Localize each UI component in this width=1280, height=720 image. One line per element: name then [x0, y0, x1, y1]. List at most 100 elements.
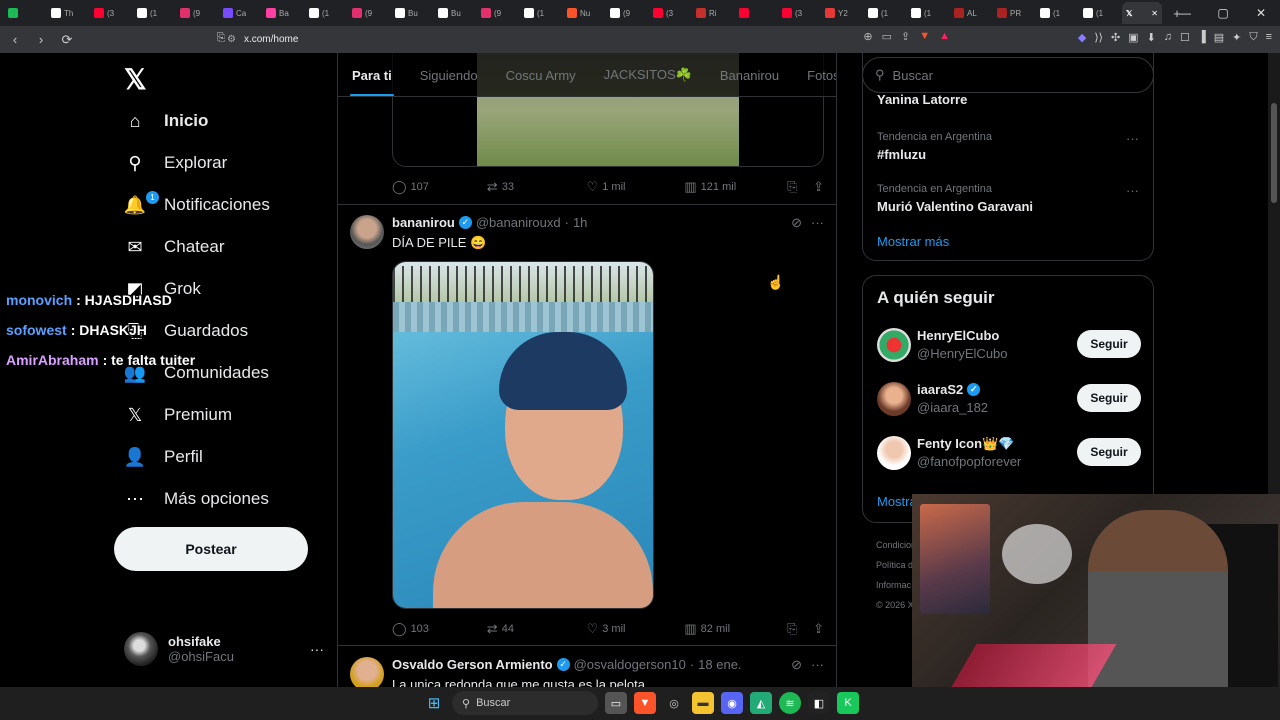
avatar[interactable]	[350, 215, 384, 249]
trend-item[interactable]: Tendencia en Argentina #fmluzu ···	[877, 131, 1139, 162]
browser-tab[interactable]: Bu	[434, 2, 477, 24]
avatar[interactable]	[877, 328, 911, 362]
more-icon[interactable]: ···	[1126, 131, 1139, 146]
app-icon[interactable]: ◧	[808, 692, 830, 714]
brave-browser-icon[interactable]: ▼	[634, 692, 656, 714]
browser-tab[interactable]: PR	[993, 2, 1036, 24]
reply-button[interactable]: ◯ 107	[392, 179, 487, 195]
tab-4[interactable]: Bananirou	[706, 53, 793, 96]
views-button[interactable]: ▥ 82 mil	[684, 621, 787, 637]
browser-tab[interactable]: (1	[907, 2, 950, 24]
bookmark-button[interactable]: ⎘	[787, 179, 813, 195]
reload-button[interactable]: ⟳	[56, 32, 78, 48]
browser-tab[interactable]: (3	[90, 2, 133, 24]
avatar[interactable]	[877, 436, 911, 470]
kick-icon[interactable]: K	[837, 692, 859, 714]
discord-icon[interactable]: ◉	[721, 692, 743, 714]
reply-button[interactable]: ◯ 103	[392, 621, 487, 637]
taskbar-search[interactable]: ⚲ Buscar	[452, 691, 598, 715]
browser-tab[interactable]	[735, 2, 778, 24]
search-input[interactable]: ⚲ Buscar	[862, 57, 1154, 93]
obs-icon[interactable]: ◎	[663, 692, 685, 714]
trend-item[interactable]: Tendencia en Argentina Murió Valentino G…	[877, 183, 1139, 214]
windows-start-icon[interactable]: ⊞	[423, 692, 445, 714]
browser-tab[interactable]: (9	[606, 2, 649, 24]
minimize-button[interactable]: —	[1166, 6, 1204, 20]
zoom-icon[interactable]: ⊕	[863, 30, 872, 43]
browser-tab[interactable]: (3	[649, 2, 692, 24]
browser-tab[interactable]: (9	[348, 2, 391, 24]
browser-tab-active[interactable]: 𝕏 ✕	[1122, 2, 1162, 24]
wallet-icon[interactable]: ▤	[1214, 31, 1224, 44]
cast-icon[interactable]: ▭	[882, 30, 892, 43]
follow-suggestion[interactable]: HenryElCubo @HenryElCubo Seguir	[877, 326, 1141, 366]
like-button[interactable]: ♡ 1 mil	[587, 179, 685, 195]
brave-rewards-icon[interactable]: ▲	[939, 30, 950, 43]
post-button[interactable]: Postear	[114, 527, 308, 571]
avatar[interactable]	[877, 382, 911, 416]
browser-tab[interactable]: (1	[1079, 2, 1122, 24]
browser-tab[interactable]: (1	[1036, 2, 1079, 24]
bookmark-button[interactable]: ⎘	[787, 621, 813, 637]
nav-item-perfil[interactable]: 👤 Perfil	[124, 437, 203, 477]
back-button[interactable]: ‹	[4, 32, 26, 47]
media-icon[interactable]: ♫	[1164, 31, 1172, 44]
site-info-icon[interactable]: ⚙	[227, 34, 236, 45]
app-icon[interactable]: ◭	[750, 692, 772, 714]
tweet[interactable]: Osvaldo Gerson Armiento ✓ @osvaldogerson…	[350, 657, 830, 687]
vpn-icon[interactable]: ⛉	[1249, 31, 1257, 44]
brave-shield-icon[interactable]: ▼	[919, 30, 930, 43]
task-view-icon[interactable]: ▭	[605, 692, 627, 714]
puzzle-icon[interactable]: ✣	[1111, 31, 1120, 44]
browser-tab[interactable]	[4, 2, 47, 24]
browser-tab[interactable]: Bu	[391, 2, 434, 24]
account-switcher[interactable]: ohsifake @ohsiFacu ···	[124, 629, 324, 669]
extension-icon[interactable]: ◆	[1078, 31, 1086, 44]
follow-button[interactable]: Seguir	[1077, 330, 1141, 358]
tab-2[interactable]: Coscu Army	[492, 53, 590, 96]
file-explorer-icon[interactable]: ▬	[692, 692, 714, 714]
nav-item-chatear[interactable]: ✉ Chatear	[124, 227, 224, 267]
nav-item-inicio[interactable]: ⌂ Inicio	[124, 101, 209, 141]
share-icon[interactable]: ⇪	[901, 30, 910, 43]
follow-button[interactable]: Seguir	[1077, 438, 1141, 466]
nav-item-explorar[interactable]: ⚲ Explorar	[124, 143, 227, 183]
browser-tab[interactable]: Ca	[219, 2, 262, 24]
extension-icon[interactable]: ▣	[1128, 31, 1138, 44]
browser-tab[interactable]: Ri	[692, 2, 735, 24]
browser-tab[interactable]: Th	[47, 2, 90, 24]
address-bar[interactable]: ⚙ x.com/home	[205, 28, 955, 51]
x-logo-icon[interactable]: 𝕏	[124, 63, 147, 96]
more-icon[interactable]: ···	[811, 215, 824, 230]
browser-tab[interactable]: (9	[477, 2, 520, 24]
like-button[interactable]: ♡ 3 mil	[587, 621, 685, 637]
download-icon[interactable]: ⬇	[1147, 31, 1156, 44]
browser-tab[interactable]: Nu	[563, 2, 606, 24]
extension-icon[interactable]: ⟩⟩	[1094, 31, 1103, 44]
views-button[interactable]: ▥ 121 mil	[684, 179, 787, 195]
browser-tab[interactable]: (9	[176, 2, 219, 24]
browser-tab[interactable]: (1	[520, 2, 563, 24]
retweet-button[interactable]: ⇄ 33	[487, 179, 587, 195]
share-button[interactable]: ⇪	[813, 621, 824, 637]
browser-tab[interactable]: (3	[778, 2, 821, 24]
sidebar-icon[interactable]: ▐	[1198, 31, 1206, 44]
spotify-icon[interactable]: ≋	[779, 692, 801, 714]
tweet-photo[interactable]	[392, 261, 654, 609]
share-button[interactable]: ⇪	[813, 179, 824, 195]
browser-tab[interactable]: (1	[864, 2, 907, 24]
browser-tab[interactable]: Y2	[821, 2, 864, 24]
follow-suggestion[interactable]: Fenty Icon👑💎 @fanofpopforever Seguir	[877, 434, 1141, 474]
grok-icon[interactable]: ⊘	[791, 657, 802, 673]
close-window-button[interactable]: ✕	[1242, 6, 1280, 20]
leo-icon[interactable]: ✦	[1232, 31, 1241, 44]
tab-3[interactable]: JACKSITOS☘️	[590, 53, 706, 96]
forward-button[interactable]: ›	[30, 32, 52, 47]
browser-tab[interactable]: Ba	[262, 2, 305, 24]
follow-suggestion[interactable]: iaaraS2 ✓ @iaara_182 Seguir	[877, 380, 1141, 420]
tweet[interactable]: bananirou ✓ @bananirouxd · 1h DÍA DE PIL…	[350, 215, 830, 255]
menu-icon[interactable]: ≡	[1266, 31, 1272, 44]
close-tab-icon[interactable]: ✕	[1151, 9, 1158, 18]
bookmarks-icon[interactable]: ☐	[1180, 31, 1190, 44]
avatar[interactable]	[350, 657, 384, 687]
